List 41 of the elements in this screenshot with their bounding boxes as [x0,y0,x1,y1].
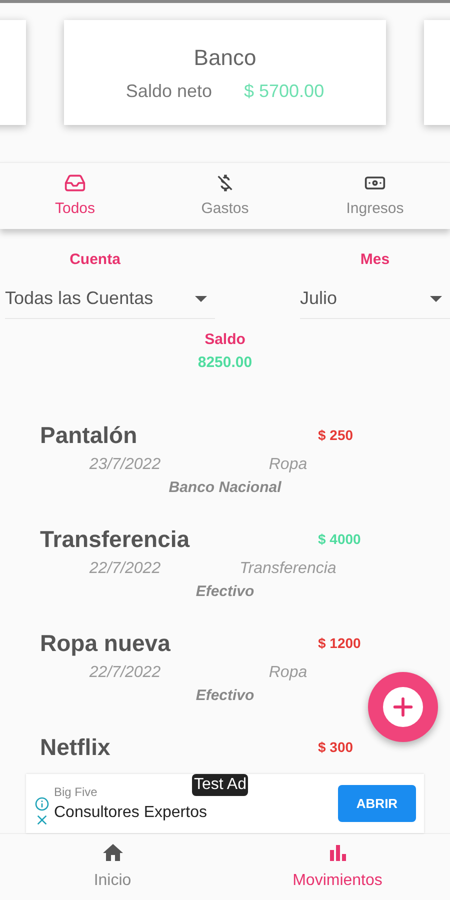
transaction-category: Ropa [268,662,308,683]
saldo-value: 8250.00 [198,352,252,373]
account-card[interactable]: Banco Saldo neto $ 5700.00 [64,20,386,126]
transaction-date: 23/7/2022 [89,454,161,475]
transaction-item[interactable]: Pantalón $ 250 23/7/2022 Ropa Banco Nacional [40,418,366,500]
filter-label: Mes [360,250,390,270]
filter-label: Cuenta [70,250,120,270]
transaction-item[interactable]: Netflix $ 300 [40,730,354,765]
account-dropdown[interactable]: Todas las Cuentas [5,279,215,320]
transaction-amount: $ 1200 [318,634,361,654]
transaction-amount: $ 4000 [318,530,361,550]
ad-badge: Test Ad [192,774,248,796]
transaction-title: Pantalón [40,421,138,450]
transaction-category: Ropa [268,454,308,475]
info-icon[interactable] [34,796,50,812]
balance-value: $ 5700.00 [244,80,324,103]
transaction-title: Netflix [40,733,112,762]
transaction-title: Transferencia [40,525,191,554]
add-button[interactable] [368,672,438,742]
transaction-date: 22/7/2022 [89,558,161,579]
balance-label: Saldo neto [126,80,212,103]
transaction-item[interactable]: Ropa nueva $ 1200 22/7/2022 Ropa Efectivo [40,626,366,708]
transaction-account: Efectivo [196,686,254,706]
transaction-date: 22/7/2022 [89,662,161,683]
ad-headline: Consultores Expertos [54,802,207,823]
transaction-account: Efectivo [196,582,254,602]
transaction-category: Transferencia [240,558,336,579]
tab[interactable]: Todos [0,163,150,229]
ad-sponsor: Big Five [54,784,98,801]
ad-banner[interactable]: Big Five Consultores Expertos ABRIR Test Ad [26,774,424,834]
account-name: Banco [194,44,256,72]
month-dropdown[interactable]: Julio [300,279,450,320]
transaction-item[interactable]: Transferencia $ 4000 22/7/2022 Transferencia Efectivo [40,522,366,604]
nav-item[interactable]: Movimientos [225,834,450,900]
caret-icon [195,296,207,302]
transaction-account: Banco Nacional [168,478,282,498]
saldo-label: Saldo [204,330,246,350]
transaction-amount: $ 300 [318,738,354,758]
caret-icon [430,296,442,302]
transaction-amount: $ 250 [318,426,354,446]
transaction-title: Ropa nueva [40,629,172,658]
